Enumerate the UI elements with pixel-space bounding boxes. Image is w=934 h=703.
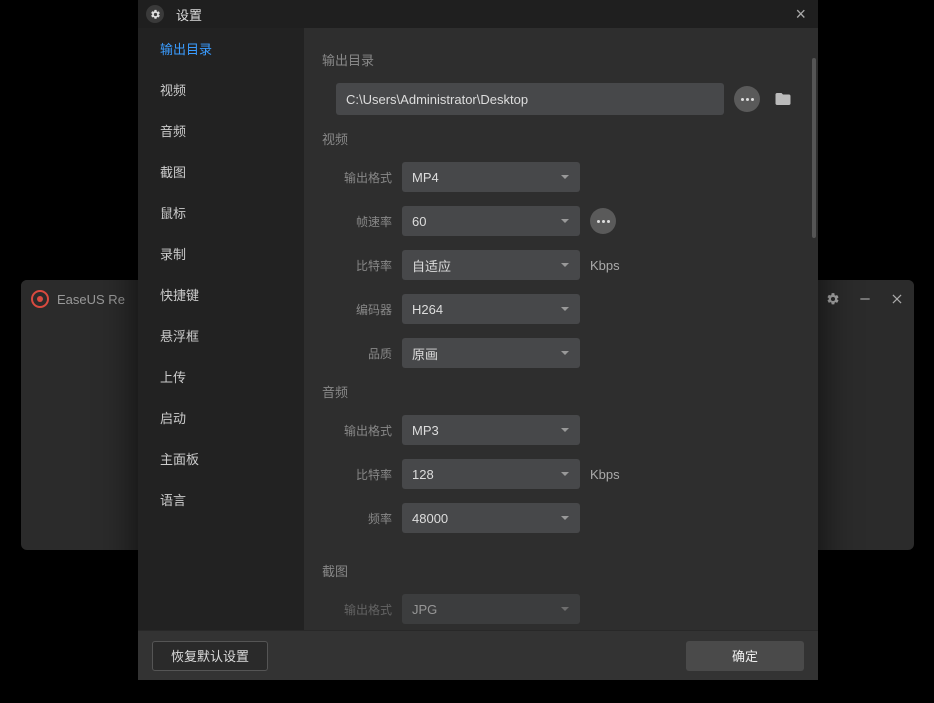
app-title: EaseUS Re	[57, 292, 125, 307]
scrollbar[interactable]	[812, 58, 816, 238]
label-video-format: 输出格式	[322, 169, 392, 186]
chevron-down-icon	[560, 425, 570, 435]
select-audio-bitrate[interactable]: 128	[402, 459, 580, 489]
section-title-screenshot: 截图	[322, 561, 800, 580]
chevron-down-icon	[560, 469, 570, 479]
sidebar-item-video[interactable]: 视频	[138, 69, 304, 110]
settings-sidebar: 输出目录 视频 音频 截图 鼠标 录制 快捷键 悬浮框 上传 启动 主面板 语言	[138, 28, 304, 630]
sidebar-item-language[interactable]: 语言	[138, 479, 304, 520]
select-audio-freq[interactable]: 48000	[402, 503, 580, 533]
restore-defaults-button[interactable]: 恢复默认设置	[152, 641, 268, 671]
settings-content[interactable]: 输出目录 C:\Users\Administrator\Desktop 视频 输…	[304, 28, 818, 630]
select-video-quality[interactable]: 原画	[402, 338, 580, 368]
select-video-encoder[interactable]: H264	[402, 294, 580, 324]
gear-icon	[146, 5, 164, 23]
ellipsis-icon	[597, 220, 610, 223]
select-audio-format[interactable]: MP3	[402, 415, 580, 445]
output-path-input[interactable]: C:\Users\Administrator\Desktop	[336, 83, 724, 115]
select-video-bitrate[interactable]: 自适应	[402, 250, 580, 280]
ok-button[interactable]: 确定	[686, 641, 804, 671]
chevron-down-icon	[560, 513, 570, 523]
sidebar-item-record[interactable]: 录制	[138, 233, 304, 274]
sidebar-item-screenshot[interactable]: 截图	[138, 151, 304, 192]
label-video-quality: 品质	[322, 345, 392, 362]
modal-title: 设置	[176, 5, 202, 24]
label-video-bitrate: 比特率	[322, 257, 392, 274]
sidebar-item-upload[interactable]: 上传	[138, 356, 304, 397]
app-logo-icon	[31, 290, 49, 308]
section-title-output: 输出目录	[322, 50, 800, 69]
label-screenshot-format: 输出格式	[322, 601, 392, 618]
close-icon[interactable]	[890, 292, 904, 306]
select-video-format[interactable]: MP4	[402, 162, 580, 192]
label-video-encoder: 编码器	[322, 301, 392, 318]
chevron-down-icon	[560, 348, 570, 358]
chevron-down-icon	[560, 304, 570, 314]
select-screenshot-format[interactable]: JPG	[402, 594, 580, 624]
ellipsis-icon	[741, 98, 754, 101]
sidebar-item-mainpanel[interactable]: 主面板	[138, 438, 304, 479]
sidebar-item-hotkey[interactable]: 快捷键	[138, 274, 304, 315]
unit-kbps: Kbps	[590, 467, 620, 482]
folder-icon	[774, 90, 792, 108]
chevron-down-icon	[560, 604, 570, 614]
sidebar-item-startup[interactable]: 启动	[138, 397, 304, 438]
sidebar-item-mouse[interactable]: 鼠标	[138, 192, 304, 233]
label-audio-freq: 频率	[322, 510, 392, 527]
select-video-fps[interactable]: 60	[402, 206, 580, 236]
sidebar-item-audio[interactable]: 音频	[138, 110, 304, 151]
unit-kbps: Kbps	[590, 258, 620, 273]
modal-close-button[interactable]: ×	[791, 4, 810, 25]
label-video-fps: 帧速率	[322, 213, 392, 230]
sidebar-item-float[interactable]: 悬浮框	[138, 315, 304, 356]
chevron-down-icon	[560, 260, 570, 270]
browse-button[interactable]	[734, 86, 760, 112]
fps-more-button[interactable]	[590, 208, 616, 234]
settings-icon[interactable]	[826, 292, 840, 306]
open-folder-button[interactable]	[770, 86, 796, 112]
label-audio-bitrate: 比特率	[322, 466, 392, 483]
chevron-down-icon	[560, 216, 570, 226]
section-title-video: 视频	[322, 129, 800, 148]
sidebar-item-output-dir[interactable]: 输出目录	[138, 28, 304, 69]
modal-titlebar: 设置 ×	[138, 0, 818, 28]
section-title-audio: 音频	[322, 382, 800, 401]
minimize-icon[interactable]	[858, 292, 872, 306]
modal-footer: 恢复默认设置 确定	[138, 630, 818, 680]
settings-modal: 设置 × 输出目录 视频 音频 截图 鼠标 录制 快捷键 悬浮框 上传 启动 主…	[138, 0, 818, 680]
chevron-down-icon	[560, 172, 570, 182]
label-audio-format: 输出格式	[322, 422, 392, 439]
